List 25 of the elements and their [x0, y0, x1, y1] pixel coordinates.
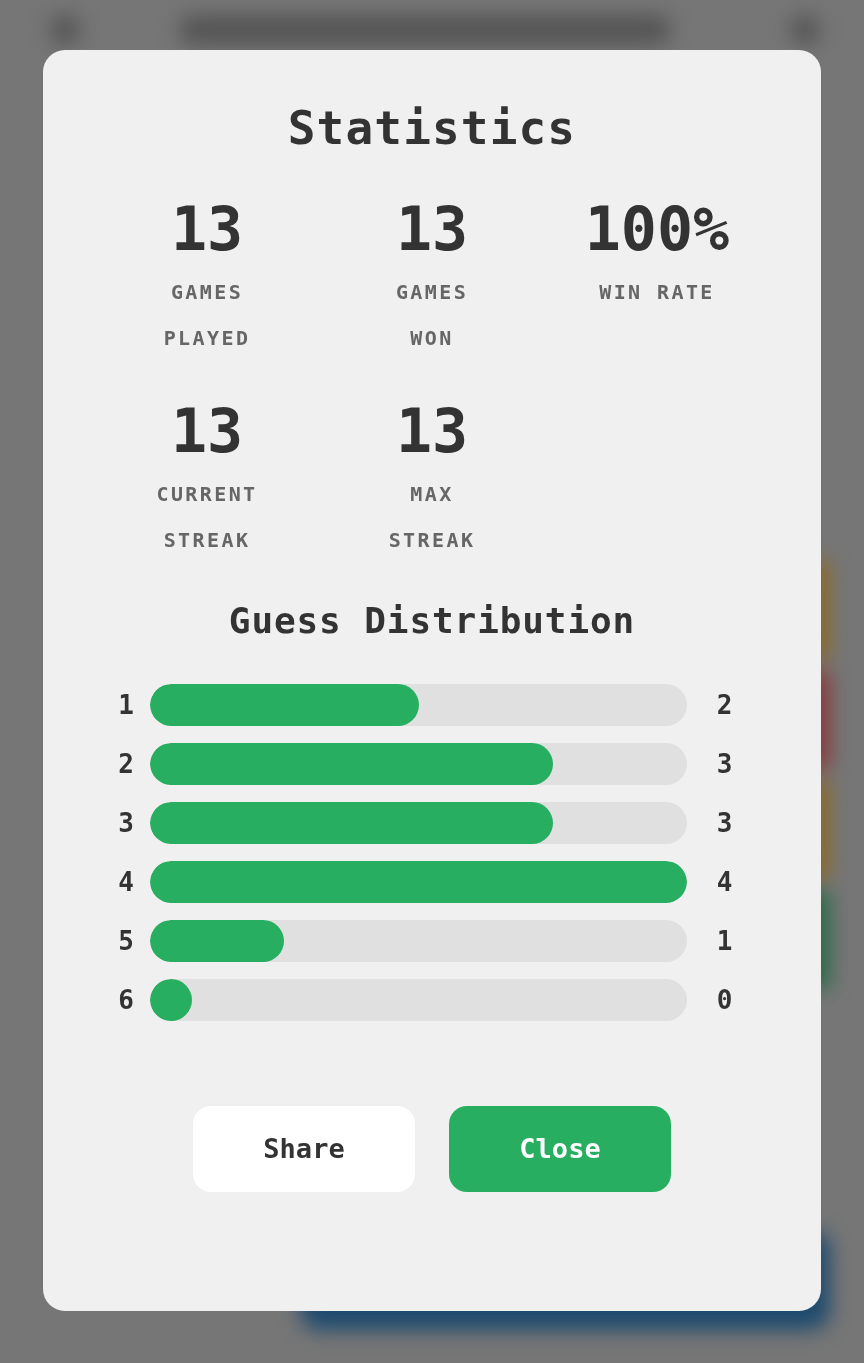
stat-value: 100% [584, 199, 730, 259]
share-button[interactable]: Share [193, 1106, 415, 1192]
guess-count: 4 [715, 865, 734, 899]
guess-count: 2 [715, 688, 734, 722]
distribution-title: Guess Distribution [228, 603, 636, 639]
dialog-title: Statistics [287, 105, 577, 151]
guess-count: 3 [715, 747, 734, 781]
stat-value: 13 [170, 199, 244, 259]
guess-number: 6 [117, 983, 135, 1017]
guess-count: 0 [715, 983, 734, 1017]
guess-number: 2 [117, 747, 135, 781]
stat-label: GAMES WON [394, 279, 470, 352]
guess-number: 4 [117, 865, 135, 899]
guess-number: 3 [117, 806, 135, 840]
stat-label: MAX STREAK [387, 481, 477, 554]
guess-count: 3 [715, 806, 734, 840]
stat-label: WIN RATE [598, 279, 716, 306]
stat-label: GAMES PLAYED [162, 279, 252, 352]
stat-value: 13 [395, 199, 469, 259]
guess-count: 1 [715, 924, 734, 958]
stat-label: CURRENT STREAK [155, 481, 259, 554]
guess-number: 1 [117, 688, 135, 722]
stat-value: 13 [170, 401, 244, 461]
guess-number: 5 [117, 924, 135, 958]
stat-value: 13 [395, 401, 469, 461]
